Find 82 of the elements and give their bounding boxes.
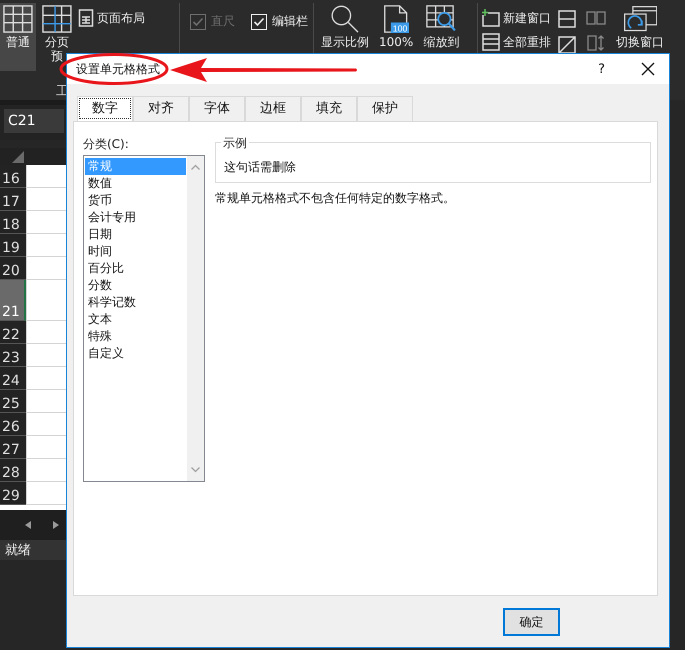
view-button[interactable]: 显示比例	[318, 3, 372, 71]
description-text: 常规单元格格式不包含任何特定的数字格式。	[215, 190, 456, 207]
view-button[interactable]: 缩放到	[420, 3, 462, 71]
view-button[interactable]: 100 100%	[376, 3, 416, 71]
table-cell[interactable]	[26, 390, 66, 413]
table-cell[interactable]	[26, 413, 66, 436]
ribbon-checkbox[interactable]: 编辑栏	[245, 9, 314, 30]
stacked-windows-icon	[482, 33, 500, 51]
name-box[interactable]: C21	[4, 109, 64, 133]
row-header[interactable]: 19	[0, 234, 26, 257]
right-arrow-icon[interactable]	[53, 521, 59, 529]
row-header[interactable]: 18	[0, 211, 26, 234]
row-header[interactable]: 23	[0, 344, 26, 367]
group-title: 示例	[221, 135, 249, 152]
left-arrow-icon[interactable]	[25, 521, 31, 529]
zoom-grid-icon	[426, 5, 458, 33]
table-cell[interactable]	[26, 367, 66, 390]
table-cell[interactable]	[26, 257, 66, 280]
field-label: 分类(C):	[83, 136, 130, 153]
windows-icon	[622, 5, 658, 33]
diagonal-window-icon[interactable]	[558, 36, 576, 54]
tab[interactable]: 边框	[245, 96, 301, 121]
row-header[interactable]: 20	[0, 257, 26, 280]
row-header[interactable]: 21	[0, 280, 26, 321]
table-cell[interactable]	[26, 482, 66, 505]
row-header[interactable]: 22	[0, 321, 26, 344]
ok-button[interactable]: 确定	[503, 608, 560, 636]
window-title: 设置单元格格式	[76, 60, 160, 78]
page-icon	[78, 9, 94, 27]
list-item[interactable]: 会计专用	[85, 209, 186, 226]
table-cell[interactable]	[26, 459, 66, 482]
table-cell[interactable]	[26, 165, 66, 188]
row-header[interactable]: 16	[0, 165, 26, 188]
tab[interactable]: 保护	[357, 96, 413, 121]
row-header[interactable]: 26	[0, 413, 26, 436]
list-item[interactable]: 文本	[85, 311, 186, 328]
chevron-down-icon[interactable]	[191, 467, 200, 473]
list-item[interactable]: 日期	[85, 226, 186, 243]
list-item[interactable]: 百分比	[85, 260, 186, 277]
table-cell[interactable]	[26, 234, 66, 257]
list-item[interactable]: 分数	[85, 277, 186, 294]
tab[interactable]: 数字	[77, 96, 133, 121]
table-cell[interactable]	[26, 436, 66, 459]
new-window-icon	[482, 9, 500, 27]
view-button[interactable]: 切换窗口	[613, 3, 667, 71]
status-text: 就绪	[5, 542, 31, 559]
view-button[interactable]: 普通	[0, 3, 36, 71]
row-header[interactable]: 27	[0, 436, 26, 459]
grid-icon	[3, 5, 33, 33]
row-header[interactable]: 17	[0, 188, 26, 211]
select-all-icon[interactable]	[12, 151, 24, 163]
table-cell[interactable]	[26, 188, 66, 211]
sample-text: 这句话需删除	[224, 159, 297, 176]
row-header[interactable]: 24	[0, 367, 26, 390]
row-header[interactable]: 29	[0, 482, 26, 505]
row-header[interactable]: 25	[0, 390, 26, 413]
tab[interactable]: 字体	[189, 96, 245, 121]
ribbon-button[interactable]: 全部重排	[482, 33, 551, 51]
list-item[interactable]: 数值	[85, 175, 186, 192]
ribbon-button[interactable]: 新建窗口	[482, 9, 551, 27]
table-cell[interactable]	[26, 280, 66, 321]
badge-label: 100	[392, 23, 408, 33]
list-item[interactable]: 货币	[85, 192, 186, 209]
scrollbar[interactable]	[187, 156, 204, 481]
table-cell[interactable]	[26, 211, 66, 234]
help-button[interactable]: ?	[598, 62, 605, 76]
list-item[interactable]: 科学记数	[85, 294, 186, 311]
tab[interactable]: 对齐	[133, 96, 189, 121]
ribbon-button[interactable]: 页面布局	[78, 9, 145, 27]
table-cell[interactable]	[26, 321, 66, 344]
split-window-icon[interactable]	[558, 10, 576, 28]
list-item[interactable]: 特殊	[85, 328, 186, 345]
list-item[interactable]: 时间	[85, 243, 186, 260]
row-header[interactable]: 28	[0, 459, 26, 482]
table-cell[interactable]	[26, 344, 66, 367]
magnifier-icon	[330, 5, 360, 33]
chevron-up-icon[interactable]	[191, 164, 200, 170]
view-button[interactable]: 分页预	[40, 3, 74, 71]
tab[interactable]: 填充	[301, 96, 357, 121]
close-icon[interactable]	[641, 62, 655, 76]
grid-icon	[42, 5, 72, 33]
list-item[interactable]: 自定义	[85, 345, 186, 362]
